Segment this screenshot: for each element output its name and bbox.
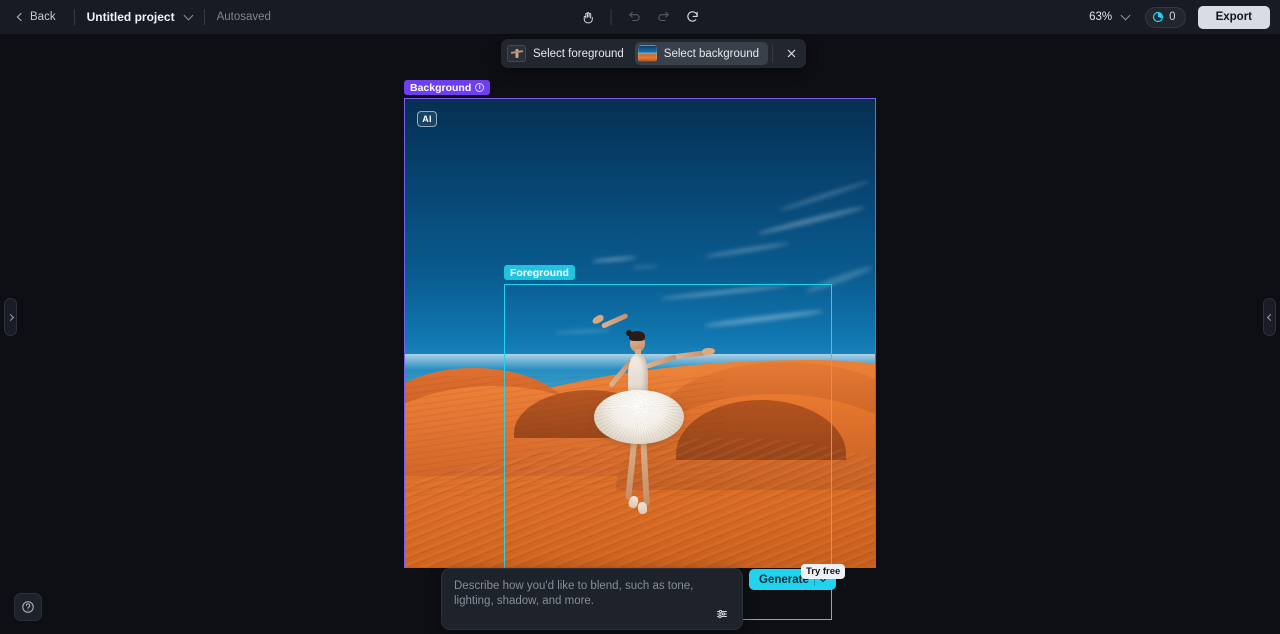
expand-left-panel-handle[interactable] bbox=[4, 298, 17, 336]
select-background-label: Select background bbox=[663, 47, 760, 60]
try-free-tooltip: Try free bbox=[801, 564, 846, 579]
top-bar-right-group: 63% 0 Export bbox=[1083, 0, 1270, 34]
sliders-icon[interactable] bbox=[712, 605, 732, 623]
autosaved-status: Autosaved bbox=[216, 11, 271, 23]
select-foreground-label: Select foreground bbox=[533, 47, 624, 60]
canvas-tools-group bbox=[575, 0, 706, 34]
project-title[interactable]: Untitled project bbox=[87, 10, 175, 24]
help-button[interactable] bbox=[14, 593, 42, 621]
background-layer-label[interactable]: Background i bbox=[404, 80, 491, 95]
canvas-area[interactable]: AI Background i Foreground Describe how … bbox=[0, 34, 1280, 634]
select-foreground-button[interactable]: Select foreground bbox=[504, 42, 633, 65]
ai-badge: AI bbox=[417, 111, 437, 127]
select-background-button[interactable]: Select background bbox=[634, 42, 769, 65]
right-upper-arm bbox=[645, 354, 678, 369]
artboard[interactable]: AI bbox=[404, 98, 876, 568]
chevron-down-icon[interactable] bbox=[183, 10, 194, 21]
foreground-thumbnail-icon bbox=[507, 45, 526, 62]
close-icon[interactable] bbox=[779, 42, 803, 65]
chevron-left-icon bbox=[1266, 313, 1274, 321]
hair bbox=[629, 331, 645, 341]
back-button-label: Back bbox=[30, 11, 56, 23]
divider bbox=[203, 9, 205, 25]
foreground-layer-label-text: Foreground bbox=[510, 266, 569, 279]
zoom-level-value: 63% bbox=[1089, 11, 1113, 23]
credit-coin-icon bbox=[1153, 11, 1164, 23]
ballerina-subject bbox=[576, 298, 716, 564]
prompt-input-container[interactable]: Describe how you'd like to blend, such a… bbox=[441, 568, 743, 630]
prompt-tools bbox=[712, 605, 732, 623]
chevron-down-icon bbox=[1120, 10, 1131, 21]
chevron-right-icon bbox=[6, 313, 14, 321]
background-thumbnail-icon bbox=[637, 45, 657, 62]
info-icon[interactable]: i bbox=[475, 83, 485, 92]
tutu-pleats bbox=[594, 390, 684, 444]
leg bbox=[640, 433, 650, 507]
credits-badge[interactable]: 0 bbox=[1145, 6, 1186, 28]
prompt-input[interactable]: Describe how you'd like to blend, such a… bbox=[454, 579, 732, 609]
pan-hand-icon[interactable] bbox=[575, 5, 601, 29]
help-circle-icon bbox=[22, 601, 34, 613]
export-button[interactable]: Export bbox=[1197, 5, 1270, 29]
chevron-left-icon bbox=[16, 12, 26, 22]
zoom-control[interactable]: 63% bbox=[1083, 7, 1135, 27]
reset-icon[interactable] bbox=[680, 5, 706, 29]
redo-icon[interactable] bbox=[651, 5, 677, 29]
undo-icon[interactable] bbox=[622, 5, 648, 29]
divider bbox=[610, 9, 612, 25]
selection-toolbar: Select foreground Select background bbox=[501, 39, 807, 68]
back-button[interactable]: Back bbox=[12, 7, 62, 27]
top-bar-left-group: Back Untitled project Autosaved bbox=[0, 0, 271, 34]
pointe-shoe bbox=[637, 501, 648, 515]
background-layer-label-text: Background bbox=[410, 81, 472, 94]
top-bar: Back Untitled project Autosaved 63% 0 Ex… bbox=[0, 0, 1280, 34]
left-forearm bbox=[600, 312, 629, 329]
divider bbox=[772, 45, 774, 62]
credits-count: 0 bbox=[1169, 11, 1176, 23]
divider bbox=[73, 9, 75, 25]
expand-right-panel-handle[interactable] bbox=[1263, 298, 1276, 336]
image-editor-app: Back Untitled project Autosaved 63% 0 Ex… bbox=[0, 0, 1280, 634]
foreground-layer-label[interactable]: Foreground bbox=[504, 265, 575, 280]
